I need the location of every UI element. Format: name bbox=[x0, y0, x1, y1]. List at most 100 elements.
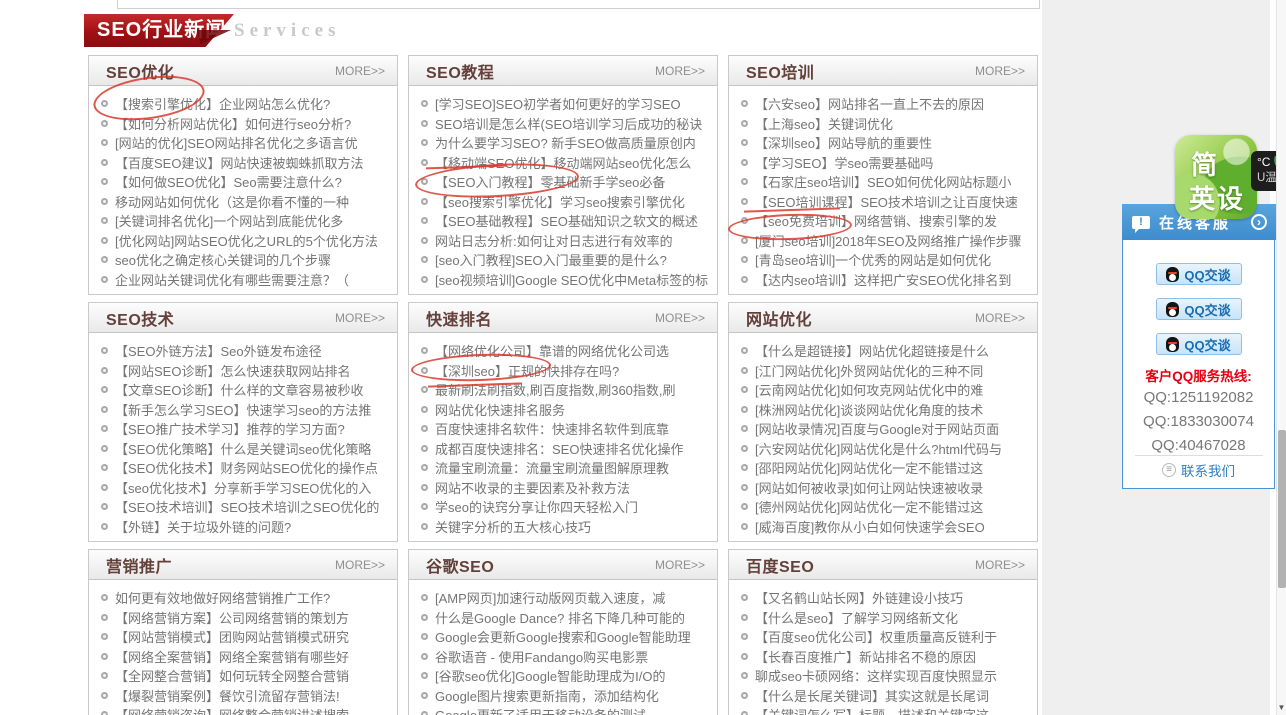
article-link[interactable]: [谷歌seo优化]Google智能助理成为I/O的 bbox=[421, 666, 711, 686]
article-link[interactable]: 【上海seo】关键词优化 bbox=[741, 114, 1031, 134]
article-link[interactable]: 关键字分析的五大核心技巧 bbox=[421, 517, 711, 537]
article-link[interactable]: 【石家庄seo培训】SEO如何优化网站标题小 bbox=[741, 172, 1031, 192]
article-link[interactable]: 【外链】关于垃圾外链的问题? bbox=[101, 517, 391, 537]
vertical-scrollbar[interactable]: ▼ bbox=[1276, 0, 1286, 715]
article-title: [云南网站优化]如何攻克网站优化中的难 bbox=[755, 380, 983, 399]
article-link[interactable]: 【seo优化技术】分享新手学习SEO优化的入 bbox=[101, 478, 391, 498]
article-link[interactable]: [网站收录情况]百度与Google对于网站页面 bbox=[741, 419, 1031, 439]
article-link[interactable]: 【网络优化公司】靠谱的网络优化公司选 bbox=[421, 341, 711, 361]
article-link[interactable]: 【六安seo】网站排名一直上不去的原因 bbox=[741, 94, 1031, 114]
article-link[interactable]: [江门网站优化]外贸网站优化的三种不同 bbox=[741, 361, 1031, 381]
article-link[interactable]: Google更新了适用于移动设备的测试， bbox=[421, 705, 711, 715]
more-link[interactable]: MORE>> bbox=[655, 64, 705, 78]
article-link[interactable]: [AMP网页]加速行动版网页载入速度，减 bbox=[421, 588, 711, 608]
article-link[interactable]: 【SEO培训课程】SEO技术培训之让百度快速 bbox=[741, 192, 1031, 212]
article-link[interactable]: [seo入门教程]SEO入门最重要的是什么? bbox=[421, 250, 711, 270]
article-link[interactable]: 网站不收录的主要因素及补救方法 bbox=[421, 478, 711, 498]
article-link[interactable]: 【什么是seo】了解学习网络新文化 bbox=[741, 608, 1031, 628]
article-link[interactable]: 【如何分析网站优化】如何进行seo分析? bbox=[101, 114, 391, 134]
article-link[interactable]: 【搜索引擎优化】企业网站怎么优化? bbox=[101, 94, 391, 114]
collapse-chevron-icon[interactable]: › bbox=[1251, 214, 1267, 230]
more-link[interactable]: MORE>> bbox=[335, 64, 385, 78]
article-link[interactable]: 【新手怎么学习SEO】快速学习seo的方法推 bbox=[101, 400, 391, 420]
article-link[interactable]: [邵阳网站优化]网站优化一定不能错过这 bbox=[741, 458, 1031, 478]
article-link[interactable]: [seo视频培训]Google SEO优化中Meta标签的标 bbox=[421, 270, 711, 290]
article-link[interactable]: 【关键词怎么写】标题、描述和关键字这 bbox=[741, 705, 1031, 715]
article-link[interactable]: 【什么是长尾关键词】其实这就是长尾词 bbox=[741, 686, 1031, 706]
article-link[interactable]: 【网站营销模式】团购网站营销模式研究 bbox=[101, 627, 391, 647]
more-link[interactable]: MORE>> bbox=[975, 558, 1025, 572]
article-link[interactable]: Google图片搜索更新指南，添加结构化 bbox=[421, 686, 711, 706]
article-link[interactable]: 【SEO技术培训】SEO技术培训之SEO优化的 bbox=[101, 497, 391, 517]
article-link[interactable]: 【百度seo优化公司】权重质量高反链利于 bbox=[741, 627, 1031, 647]
qq-chat-button[interactable]: QQ交谈 bbox=[1156, 333, 1242, 355]
article-link[interactable]: 【seo搜索引擎优化】学习seo搜索引擎优化 bbox=[421, 192, 711, 212]
article-link[interactable]: 百度快速排名软件：快速排名软件到底靠 bbox=[421, 419, 711, 439]
article-link[interactable]: 【长春百度推广】新站排名不稳的原因 bbox=[741, 647, 1031, 667]
article-link[interactable]: [优化网站]网站SEO优化之URL的5个优化方法 bbox=[101, 231, 391, 251]
article-link[interactable]: seo优化之确定核心关键词的几个步骤 bbox=[101, 250, 391, 270]
qq-chat-button[interactable]: QQ交谈 bbox=[1156, 263, 1242, 285]
green-leaf-logo[interactable]: 简 英设 bbox=[1175, 135, 1257, 219]
article-link[interactable]: 成都百度快速排名：SEO快速排名优化操作 bbox=[421, 439, 711, 459]
more-link[interactable]: MORE>> bbox=[335, 311, 385, 325]
article-link[interactable]: Google会更新Google搜索和Google智能助理 bbox=[421, 627, 711, 647]
article-link[interactable]: 【全网整合营销】如何玩转全网整合营销 bbox=[101, 666, 391, 686]
article-link[interactable]: 最新刷法刷指数,刷百度指数,刷360指数,刷 bbox=[421, 380, 711, 400]
article-link[interactable]: 企业网站关键词优化有哪些需要注意？（ bbox=[101, 270, 391, 290]
article-link[interactable]: 谷歌语音 - 使用Fandango购买电影票 bbox=[421, 647, 711, 667]
article-link[interactable]: 如何更有效地做好网络营销推广工作? bbox=[101, 588, 391, 608]
article-link[interactable]: [六安网站优化]网站优化是什么?html代码与 bbox=[741, 439, 1031, 459]
article-link[interactable]: 【SEO外链方法】Seo外链发布途径 bbox=[101, 341, 391, 361]
article-link[interactable]: 为什么要学习SEO? 新手SEO做高质量原创内 bbox=[421, 133, 711, 153]
article-link[interactable]: [学习SEO]SEO初学者如何更好的学习SEO bbox=[421, 94, 711, 114]
article-link[interactable]: 聊成seo卡硕网络：这样实现百度快照显示 bbox=[741, 666, 1031, 686]
article-link[interactable]: 【什么是超链接】网站优化超链接是什么 bbox=[741, 341, 1031, 361]
article-link[interactable]: [厦门seo培训]2018年SEO及网络推广操作步骤 bbox=[741, 231, 1031, 251]
article-link[interactable]: [威海百度]教你从小白如何快速学会SEO bbox=[741, 517, 1031, 537]
article-link[interactable]: 【深圳seo】网站导航的重要性 bbox=[741, 133, 1031, 153]
article-link[interactable]: 【学习SEO】学seo需要基础吗 bbox=[741, 153, 1031, 173]
article-link[interactable]: 网站优化快速排名服务 bbox=[421, 400, 711, 420]
article-link[interactable]: [云南网站优化]如何攻克网站优化中的难 bbox=[741, 380, 1031, 400]
more-link[interactable]: MORE>> bbox=[335, 558, 385, 572]
article-link[interactable]: 【百度SEO建议】网站快速被蜘蛛抓取方法 bbox=[101, 153, 391, 173]
article-link[interactable]: 【SEO推广技术学习】推荐的学习方面? bbox=[101, 419, 391, 439]
more-link[interactable]: MORE>> bbox=[655, 558, 705, 572]
article-link[interactable]: 【SEO入门教程】零基础新手学seo必备 bbox=[421, 172, 711, 192]
article-link[interactable]: 【SEO基础教程】SEO基础知识之软文的概述 bbox=[421, 211, 711, 231]
more-link[interactable]: MORE>> bbox=[655, 311, 705, 325]
article-link[interactable]: [关键词排名优化]一个网站到底能优化多 bbox=[101, 211, 391, 231]
article-link[interactable]: [网站的优化]SEO网站排名优化之多语言优 bbox=[101, 133, 391, 153]
more-link[interactable]: MORE>> bbox=[975, 311, 1025, 325]
article-link[interactable]: 【网络营销咨询】网络整合营销讲述搜索 bbox=[101, 705, 391, 715]
scroll-down-arrow-icon[interactable]: ▼ bbox=[1277, 701, 1286, 715]
article-link[interactable]: [株洲网站优化]谈谈网站优化角度的技术 bbox=[741, 400, 1031, 420]
article-link[interactable]: 【网络全案营销】网络全案营销有哪些好 bbox=[101, 647, 391, 667]
article-link[interactable]: SEO培训是怎么样(SEO培训学习后成功的秘诀 bbox=[421, 114, 711, 134]
article-link[interactable]: 【爆裂营销案例】餐饮引流留存营销法! bbox=[101, 686, 391, 706]
article-link[interactable]: 网站日志分析:如何让对日志进行有效率的 bbox=[421, 231, 711, 251]
article-link[interactable]: 【如何做SEO优化】Seo需要注意什么? bbox=[101, 172, 391, 192]
article-link[interactable]: 【seo免费培训】网络营销、搜索引擎的发 bbox=[741, 211, 1031, 231]
article-link[interactable]: [网站如何被收录]如何让网站快速被收录 bbox=[741, 478, 1031, 498]
article-link[interactable]: 【达内seo培训】这样把广安SEO优化排名到 bbox=[741, 270, 1031, 290]
article-link[interactable]: [青岛seo培训]一个优秀的网站是如何优化 bbox=[741, 250, 1031, 270]
qq-chat-button[interactable]: QQ交谈 bbox=[1156, 298, 1242, 320]
article-link[interactable]: 移动网站如何优化（这是你看不懂的一种 bbox=[101, 192, 391, 212]
article-link[interactable]: 【文章SEO诊断】什么样的文章容易被秒收 bbox=[101, 380, 391, 400]
scrollbar-thumb[interactable] bbox=[1278, 430, 1286, 588]
article-link[interactable]: 什么是Google Dance? 排名下降几种可能的 bbox=[421, 608, 711, 628]
contact-us-link[interactable]: ≡ 联系我们 bbox=[1123, 460, 1274, 480]
article-link[interactable]: 【SEO优化策略】什么是关键词seo优化策略 bbox=[101, 439, 391, 459]
article-link[interactable]: 【SEO优化技术】财务网站SEO优化的操作点 bbox=[101, 458, 391, 478]
article-link[interactable]: 【网站SEO诊断】怎么快速获取网站排名 bbox=[101, 361, 391, 381]
article-link[interactable]: 【又名鹤山站长网】外链建设小技巧 bbox=[741, 588, 1031, 608]
article-link[interactable]: 学seo的诀窍分享让你四天轻松入门 bbox=[421, 497, 711, 517]
more-link[interactable]: MORE>> bbox=[975, 64, 1025, 78]
article-link[interactable]: 【网络营销方案】公司网络营销的策划方 bbox=[101, 608, 391, 628]
article-link[interactable]: [德州网站优化]网站优化一定不能错过这 bbox=[741, 497, 1031, 517]
article-link[interactable]: 【深圳seo】正规的快排存在吗? bbox=[421, 361, 711, 381]
article-link[interactable]: 流量宝刷流量：流量宝刷流量图解原理教 bbox=[421, 458, 711, 478]
article-link[interactable]: 【移动端SEO优化】移动端网站seo优化怎么 bbox=[421, 153, 711, 173]
